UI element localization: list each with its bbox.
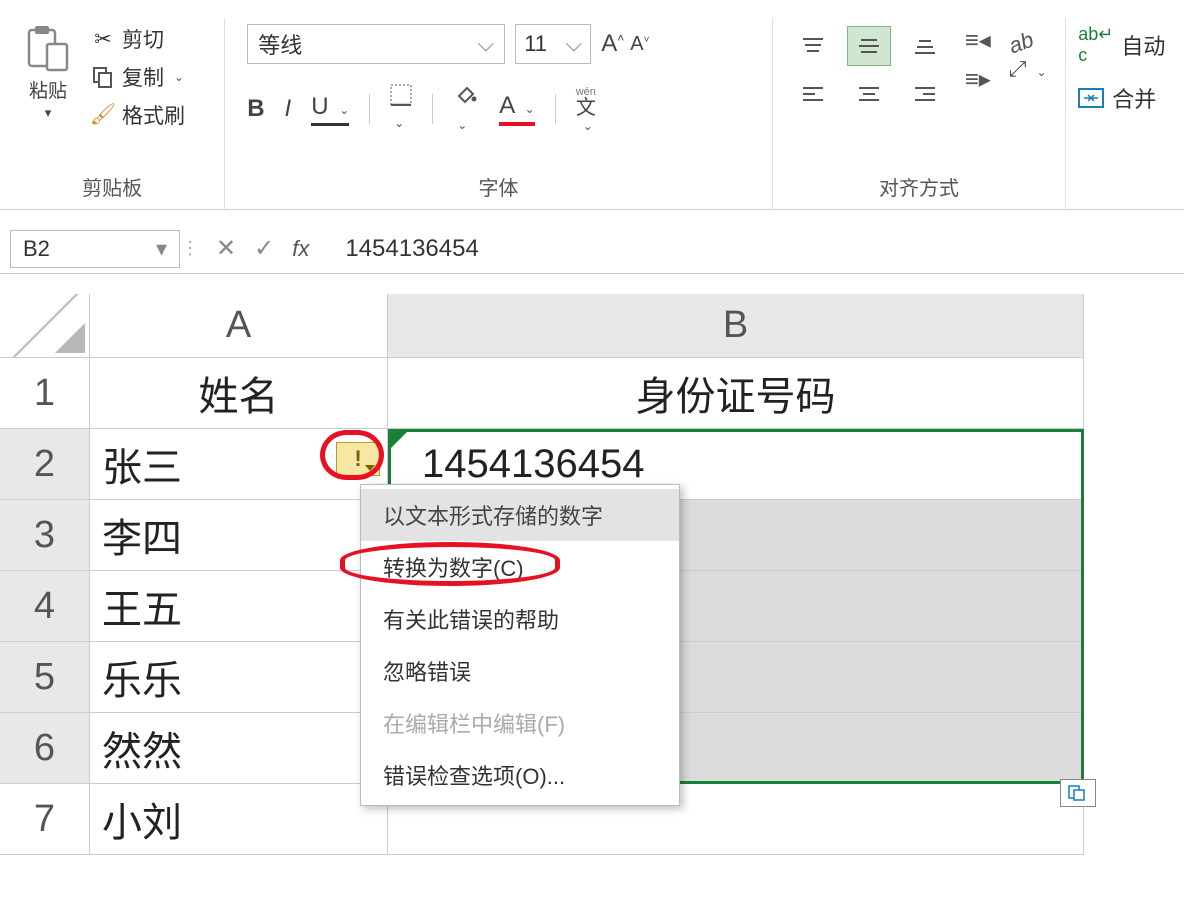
fill-color-button[interactable]: ⌄: [453, 82, 479, 136]
enter-icon[interactable]: ✓: [254, 234, 274, 263]
format-painter-button[interactable]: 🖌 格式刷: [90, 100, 185, 130]
chevron-down-icon: ▾: [156, 236, 167, 262]
column-header-A[interactable]: A: [90, 294, 388, 358]
row-header-3[interactable]: 3: [0, 500, 90, 571]
cell-B1[interactable]: 身份证号码: [388, 358, 1084, 429]
row-header-1[interactable]: 1: [0, 358, 90, 429]
cell-A3[interactable]: 李四: [90, 500, 388, 571]
align-left-button[interactable]: [791, 74, 835, 114]
cell-A5[interactable]: 乐乐: [90, 642, 388, 713]
increase-indent-button[interactable]: ≡▸: [965, 65, 991, 94]
cut-label: 剪切: [122, 24, 164, 54]
chevron-down-icon[interactable]: ⌄: [583, 119, 593, 133]
menu-error-options[interactable]: 错误检查选项(O)...: [361, 749, 679, 801]
cell-reference: B2: [23, 236, 50, 262]
ribbon: 粘贴 ▾ ✂ 剪切 复制 ⌄ 🖌 格式刷: [0, 0, 1184, 210]
copy-label: 复制: [122, 62, 164, 92]
error-context-menu: 以文本形式存储的数字 转换为数字(C) 有关此错误的帮助 忽略错误 在编辑栏中编…: [360, 484, 680, 806]
chevron-down-icon[interactable]: ⌄: [174, 70, 184, 84]
align-bottom-button[interactable]: [903, 26, 947, 66]
chevron-down-icon[interactable]: ⌄: [525, 102, 535, 116]
row-header-7[interactable]: 7: [0, 784, 90, 855]
chevron-down-icon[interactable]: ⌄: [339, 103, 349, 117]
cell-A7[interactable]: 小刘: [90, 784, 388, 855]
cut-button[interactable]: ✂ 剪切: [90, 24, 185, 54]
column-header-B[interactable]: B: [388, 294, 1084, 358]
border-button[interactable]: ⌄: [390, 84, 412, 134]
clipboard-group: 粘贴 ▾ ✂ 剪切 复制 ⌄ 🖌 格式刷: [0, 18, 225, 209]
copy-button[interactable]: 复制 ⌄: [90, 62, 185, 92]
chevron-down-icon[interactable]: ▾: [45, 105, 52, 121]
clipboard-icon: [22, 22, 74, 74]
wrap-icon: ab↵c: [1078, 24, 1113, 66]
menu-ignore-error[interactable]: 忽略错误: [361, 645, 679, 697]
font-group: 等线 ⌵ 11 ⌵ A˄ A˅ B I U ⌄ ⌄: [225, 18, 772, 209]
divider: ⋮: [180, 238, 200, 259]
copy-icon: [90, 66, 116, 88]
error-smart-tag[interactable]: !: [336, 442, 380, 476]
align-middle-button[interactable]: [847, 26, 891, 66]
underline-button[interactable]: U ⌄: [311, 93, 349, 126]
decrease-indent-button[interactable]: ≡◂: [965, 26, 991, 55]
font-name-select[interactable]: 等线 ⌵: [247, 24, 505, 64]
bold-button[interactable]: B: [247, 95, 264, 123]
formula-bar: B2 ▾ ⋮ ✕ ✓ fx 1454136454: [0, 224, 1184, 274]
cell-A1[interactable]: 姓名: [90, 358, 388, 429]
alignment-group-label: 对齐方式: [785, 166, 1054, 209]
font-size-value: 11: [524, 31, 547, 57]
fx-button[interactable]: fx: [292, 236, 309, 262]
increase-font-button[interactable]: A˄: [601, 30, 624, 58]
row-header-4[interactable]: 4: [0, 571, 90, 642]
cell-A6[interactable]: 然然: [90, 713, 388, 784]
chevron-down-icon: ⌵: [566, 31, 583, 57]
menu-edit-in-bar: 在编辑栏中编辑(F): [361, 697, 679, 749]
row-header-6[interactable]: 6: [0, 713, 90, 784]
row-header-2[interactable]: 2: [0, 429, 90, 500]
cell-A4[interactable]: 王五: [90, 571, 388, 642]
spreadsheet: A B 1 姓名 身份证号码 2 张三 1454136454 3 李四 4 王五…: [0, 294, 1184, 855]
menu-header: 以文本形式存储的数字: [361, 489, 679, 541]
cancel-icon[interactable]: ✕: [216, 234, 236, 263]
formula-input[interactable]: 1454136454: [325, 235, 1174, 263]
font-color-button[interactable]: A ⌄: [499, 92, 534, 126]
paste-options-button[interactable]: [1060, 779, 1096, 807]
format-painter-label: 格式刷: [122, 100, 185, 130]
paste-label: 粘贴: [29, 76, 67, 103]
select-all-corner[interactable]: [0, 294, 90, 358]
chevron-down-icon[interactable]: ⌄: [394, 116, 404, 130]
name-box[interactable]: B2 ▾: [10, 230, 180, 268]
scissors-icon: ✂: [90, 28, 116, 50]
decrease-font-button[interactable]: A˅: [630, 33, 649, 56]
error-indicator-icon: [388, 429, 410, 451]
font-size-select[interactable]: 11 ⌵: [515, 24, 591, 64]
orientation-button[interactable]: ab⤢ ⌄: [1009, 26, 1048, 82]
merge-button[interactable]: 合并: [1078, 82, 1172, 114]
font-name-value: 等线: [258, 28, 302, 60]
menu-help[interactable]: 有关此错误的帮助: [361, 593, 679, 645]
merge-icon: [1078, 88, 1104, 108]
clipboard-group-label: 剪贴板: [12, 166, 212, 209]
chevron-down-icon: ⌵: [478, 31, 495, 57]
brush-icon: 🖌: [90, 104, 116, 126]
paste-button[interactable]: 粘贴 ▾: [12, 18, 84, 121]
wrap-group: ab↵c 自动 合并: [1066, 18, 1184, 209]
phonetic-button[interactable]: wén 文 ⌄: [576, 87, 596, 132]
menu-convert-to-number[interactable]: 转换为数字(C): [361, 541, 679, 593]
align-top-button[interactable]: [791, 26, 835, 66]
row-header-5[interactable]: 5: [0, 642, 90, 713]
chevron-down-icon[interactable]: ⌄: [457, 118, 467, 132]
align-center-button[interactable]: [847, 74, 891, 114]
align-right-button[interactable]: [903, 74, 947, 114]
alignment-group: ≡◂ ≡▸ ab⤢ ⌄ 对齐方式: [773, 18, 1067, 209]
wrap-text-button[interactable]: ab↵c 自动: [1078, 24, 1172, 66]
font-group-label: 字体: [237, 166, 759, 209]
italic-button[interactable]: I: [285, 95, 292, 123]
